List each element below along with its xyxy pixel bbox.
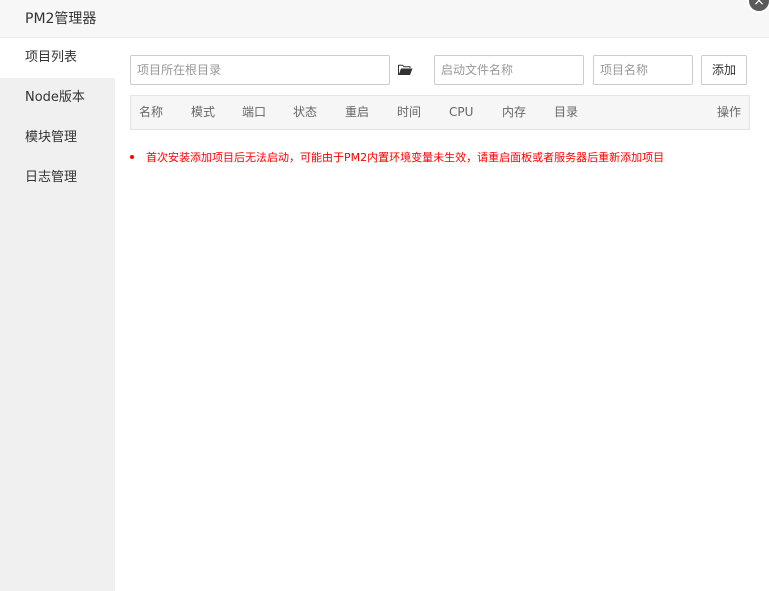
sidebar-item-module-management[interactable]: 模块管理 bbox=[0, 118, 115, 158]
column-directory: 目录 bbox=[554, 105, 579, 119]
column-memory: 内存 bbox=[502, 105, 527, 119]
close-icon: × bbox=[753, 0, 765, 9]
column-restart: 重启 bbox=[345, 105, 370, 119]
sidebar-item-node-version[interactable]: Node版本 bbox=[0, 78, 115, 118]
close-button[interactable]: × bbox=[749, 0, 769, 11]
notice-text: 首次安装添加项目后无法启动，可能由于PM2内置环境变量未生效，请重启面板或者服务… bbox=[146, 151, 665, 164]
bullet-icon bbox=[130, 155, 134, 159]
project-table-header: 名称 模式 端口 状态 重启 时间 CPU 内存 目录 操作 bbox=[130, 95, 750, 130]
startup-file-input[interactable] bbox=[434, 55, 584, 85]
sidebar-item-project-list[interactable]: 项目列表 bbox=[0, 38, 115, 78]
add-button[interactable]: 添加 bbox=[701, 55, 747, 85]
restart-notice: 首次安装添加项目后无法启动，可能由于PM2内置环境变量未生效，请重启面板或者服务… bbox=[130, 150, 664, 166]
sidebar: 项目列表 Node版本 模块管理 日志管理 bbox=[0, 38, 115, 591]
dialog-title: PM2管理器 bbox=[25, 11, 97, 27]
column-name: 名称 bbox=[139, 105, 164, 119]
column-status: 状态 bbox=[293, 105, 318, 119]
column-actions: 操作 bbox=[716, 105, 741, 119]
project-root-input[interactable] bbox=[130, 55, 390, 85]
sidebar-item-log-management[interactable]: 日志管理 bbox=[0, 158, 115, 198]
pm2-manager-dialog: PM2管理器 × 项目列表 Node版本 模块管理 日志管理 添加 名称 模式 … bbox=[0, 0, 769, 591]
main-panel: 添加 名称 模式 端口 状态 重启 时间 CPU 内存 目录 操作 首次安装添加… bbox=[115, 38, 769, 591]
column-cpu: CPU bbox=[449, 105, 474, 119]
project-name-input[interactable] bbox=[593, 55, 693, 85]
column-port: 端口 bbox=[242, 105, 267, 119]
folder-open-icon[interactable] bbox=[397, 63, 413, 77]
dialog-titlebar: PM2管理器 × bbox=[0, 0, 769, 38]
column-time: 时间 bbox=[397, 105, 422, 119]
column-mode: 模式 bbox=[191, 105, 216, 119]
